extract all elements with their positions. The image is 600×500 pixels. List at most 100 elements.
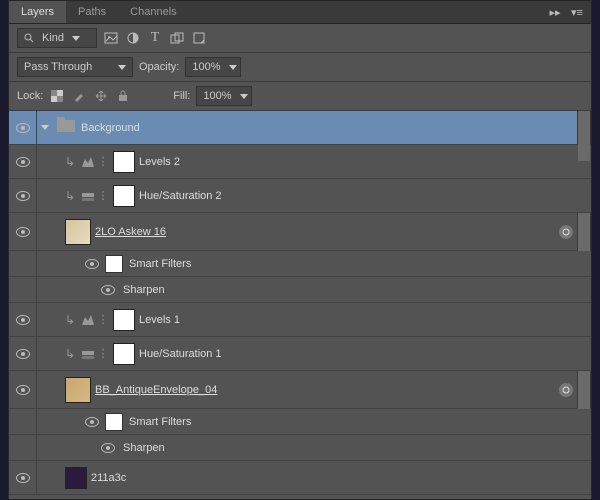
layer-mask-thumb[interactable] (113, 185, 135, 207)
layer-name[interactable]: Sharpen (123, 442, 165, 454)
visibility-toggle[interactable] (9, 303, 37, 336)
layer-name: Smart Filters (129, 416, 191, 428)
chevron-down-icon (118, 65, 126, 70)
clip-icon: ↳ (61, 187, 79, 205)
eye-icon[interactable] (101, 285, 115, 295)
visibility-toggle[interactable] (9, 337, 37, 370)
filter-smart-icon[interactable] (191, 30, 207, 46)
link-icon[interactable]: ⋮ (97, 189, 109, 202)
scrollbar[interactable] (577, 213, 591, 250)
layer-name[interactable]: Sharpen (123, 284, 165, 296)
layer-thumb[interactable] (65, 467, 87, 489)
panel-menu-icon[interactable]: ▾≡ (569, 4, 585, 20)
layer-group-background[interactable]: Background (9, 111, 591, 145)
layer-levels1[interactable]: ↳ ⋮ Levels 1 (9, 303, 591, 337)
layer-name[interactable]: Hue/Saturation 2 (139, 190, 222, 202)
visibility-toggle[interactable] (9, 213, 37, 250)
eye-icon (16, 157, 30, 167)
collapse-icon[interactable]: ▸▸ (547, 4, 563, 20)
opacity-value: 100% (192, 61, 220, 73)
link-icon[interactable]: ⋮ (97, 313, 109, 326)
visibility-toggle (9, 409, 37, 434)
layer-name[interactable]: 211a3c (91, 472, 126, 484)
blend-mode-select[interactable]: Pass Through (17, 57, 133, 77)
filter-shape-icon[interactable] (169, 30, 185, 46)
layer-solid-color[interactable]: 211a3c (9, 461, 591, 495)
chevron-down-icon (72, 36, 80, 41)
link-icon[interactable]: ⋮ (97, 347, 109, 360)
visibility-toggle (9, 277, 37, 302)
blend-row: Pass Through Opacity: 100% (9, 53, 591, 82)
clip-icon: ↳ (61, 311, 79, 329)
layer-sharpen2[interactable]: Sharpen (9, 435, 591, 461)
layer-name[interactable]: 2LO Askew 16 (95, 226, 166, 238)
smart-object-thumb[interactable] (65, 219, 91, 245)
layer-list: Background ↳ ⋮ Levels 2 ↳ ⋮ Hue/Saturati… (9, 111, 591, 499)
filter-adjustment-icon[interactable] (125, 30, 141, 46)
eye-icon (16, 123, 30, 133)
chevron-down-icon (240, 94, 248, 99)
layer-name[interactable]: Levels 2 (139, 156, 180, 168)
smart-filter-badge-icon[interactable] (559, 383, 573, 397)
layer-smart-askew[interactable]: 2LO Askew 16 (9, 213, 591, 251)
eye-icon (16, 349, 30, 359)
scrollbar[interactable] (577, 371, 591, 408)
layer-huesat2[interactable]: ↳ ⋮ Hue/Saturation 2 (9, 179, 591, 213)
scrollbar-handle[interactable] (578, 371, 590, 409)
layer-sharpen[interactable]: Sharpen (9, 277, 591, 303)
eye-icon[interactable] (85, 259, 99, 269)
layer-mask-thumb[interactable] (113, 309, 135, 331)
layer-name[interactable]: Hue/Saturation 1 (139, 348, 222, 360)
lock-all-icon[interactable] (115, 88, 131, 104)
scrollbar[interactable] (577, 111, 591, 144)
filter-type-icon[interactable]: T (147, 30, 163, 46)
layer-smartfilters[interactable]: Smart Filters (9, 251, 591, 277)
visibility-toggle[interactable] (9, 179, 37, 212)
layer-levels2[interactable]: ↳ ⋮ Levels 2 (9, 145, 591, 179)
clip-icon: ↳ (61, 153, 79, 171)
eye-icon[interactable] (85, 417, 99, 427)
layer-name[interactable]: BB_AntiqueEnvelope_04 (95, 384, 217, 396)
layer-mask-thumb[interactable] (113, 151, 135, 173)
eye-icon (16, 315, 30, 325)
eye-icon (16, 385, 30, 395)
levels-adjustment-icon (79, 311, 97, 329)
layer-huesat1[interactable]: ↳ ⋮ Hue/Saturation 1 (9, 337, 591, 371)
filter-mask-thumb[interactable] (105, 413, 123, 431)
visibility-toggle[interactable] (9, 111, 37, 144)
tab-layers[interactable]: Layers (9, 1, 66, 23)
lock-position-icon[interactable] (93, 88, 109, 104)
lock-pixels-icon[interactable] (71, 88, 87, 104)
folder-icon (57, 117, 77, 139)
smart-filter-badge-icon[interactable] (559, 225, 573, 239)
filter-kind-select[interactable]: Kind (17, 28, 97, 48)
opacity-label: Opacity: (139, 61, 179, 73)
filter-pixel-icon[interactable] (103, 30, 119, 46)
visibility-toggle[interactable] (9, 371, 37, 408)
filter-mask-thumb[interactable] (105, 255, 123, 273)
opacity-input[interactable]: 100% (185, 57, 241, 77)
layer-mask-thumb[interactable] (113, 343, 135, 365)
clip-icon: ↳ (61, 345, 79, 363)
fill-input[interactable]: 100% (196, 86, 252, 106)
link-icon[interactable]: ⋮ (97, 155, 109, 168)
scrollbar-handle[interactable] (578, 213, 590, 251)
huesat-adjustment-icon (79, 187, 97, 205)
eye-icon (16, 191, 30, 201)
visibility-toggle (9, 435, 37, 460)
tab-paths[interactable]: Paths (66, 1, 118, 23)
layer-smartfilters2[interactable]: Smart Filters (9, 409, 591, 435)
eye-icon[interactable] (101, 443, 115, 453)
layer-name[interactable]: Background (81, 122, 140, 134)
layer-smart-envelope[interactable]: BB_AntiqueEnvelope_04 (9, 371, 591, 409)
smart-object-thumb[interactable] (65, 377, 91, 403)
visibility-toggle (9, 251, 37, 276)
disclosure-triangle-icon[interactable] (41, 125, 49, 130)
search-icon (24, 33, 34, 43)
lock-transparency-icon[interactable] (49, 88, 65, 104)
layer-name[interactable]: Levels 1 (139, 314, 180, 326)
tab-channels[interactable]: Channels (118, 1, 188, 23)
visibility-toggle[interactable] (9, 461, 37, 494)
visibility-toggle[interactable] (9, 145, 37, 178)
chevron-down-icon (229, 65, 237, 70)
